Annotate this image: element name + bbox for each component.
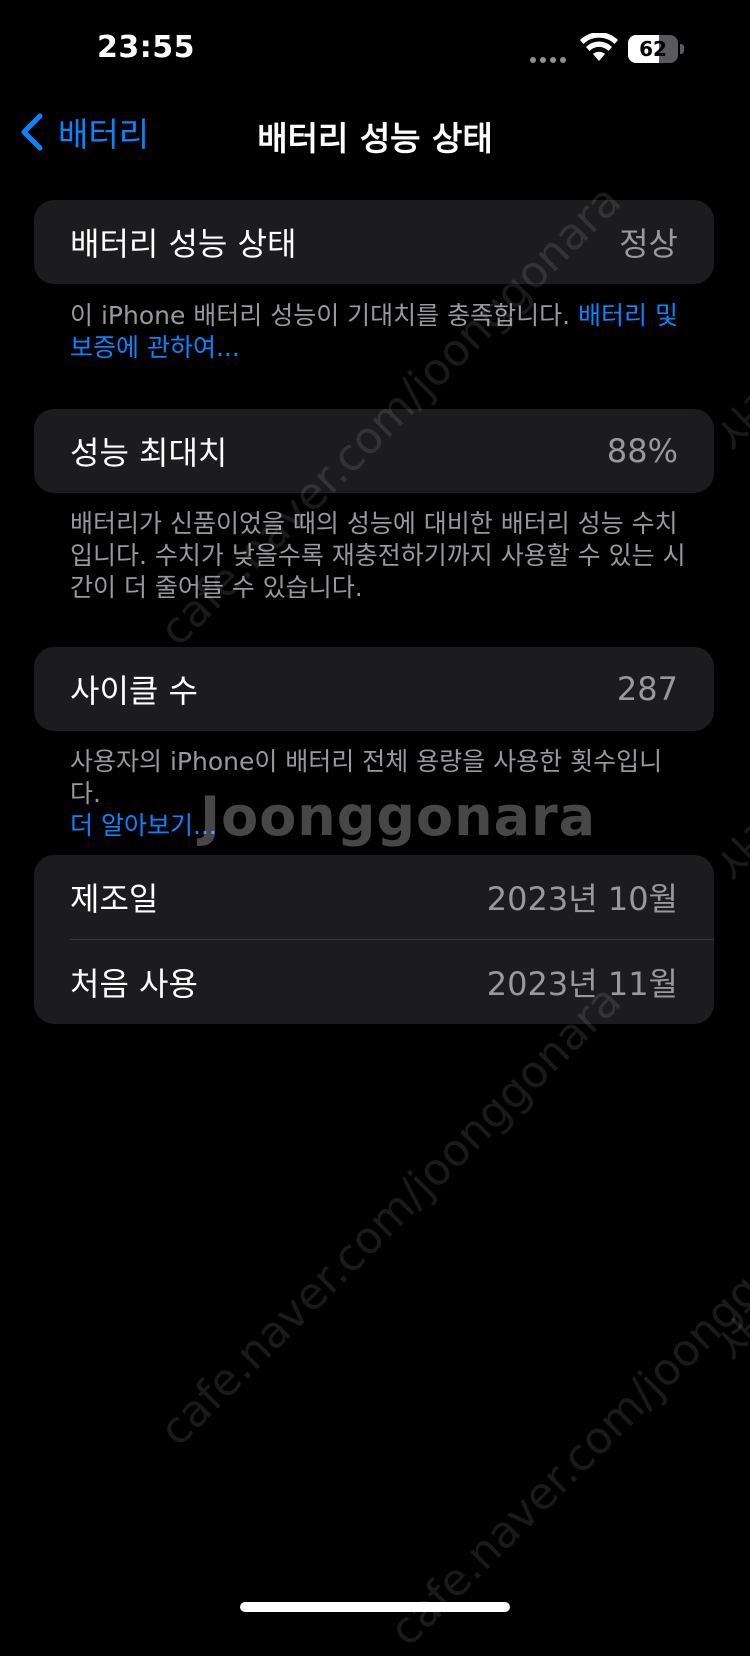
status-bar: 23:55 62: [0, 0, 750, 100]
battery-icon: 62: [628, 35, 678, 63]
battery-health-note: 이 iPhone 배터리 성능이 기대치를 충족합니다. 배터리 및 보증에 관…: [70, 300, 690, 364]
first-use-value: 2023년 11월: [486, 965, 678, 1003]
maximum-capacity-card: 성능 최대치 88%: [34, 409, 714, 493]
url-watermark: cafe.naver.com/joonggonara: [150, 975, 631, 1457]
wifi-icon: [580, 32, 618, 63]
first-use-label: 처음 사용: [70, 965, 198, 1003]
battery-health-label: 배터리 성능 상태: [70, 225, 297, 263]
manufacture-date-value: 2023년 10월: [486, 880, 678, 918]
cycle-count-label: 사이클 수: [70, 672, 198, 710]
home-indicator[interactable]: [240, 1602, 510, 1612]
maximum-capacity-note: 배터리가 신품이었을 때의 성능에 대비한 배터리 성능 수치입니다. 수치가 …: [70, 509, 686, 602]
battery-health-note-text: 이 iPhone 배터리 성능이 기대치를 충족합니다.: [70, 301, 579, 330]
dates-card: 제조일 2023년 10월 처음 사용 2023년 11월: [34, 855, 714, 1024]
manufacture-date-label: 제조일: [70, 880, 159, 918]
battery-health-row: 배터리 성능 상태 정상: [34, 200, 714, 284]
battery-health-card: 배터리 성능 상태 정상: [34, 200, 714, 284]
cycle-count-row: 사이클 수 287: [34, 647, 714, 731]
battery-cap: [680, 44, 684, 54]
battery-health-value: 정상: [619, 225, 678, 263]
maximum-capacity-row: 성능 최대치 88%: [34, 409, 714, 493]
manufacture-date-row: 제조일 2023년 10월: [34, 855, 714, 939]
status-time: 23:55: [97, 30, 195, 65]
page-title: 배터리 성능 상태: [257, 119, 493, 158]
brand-watermark: Joonggonara: [200, 785, 597, 848]
maximum-capacity-label: 성능 최대치: [70, 434, 228, 472]
cellular-signal-icon: [530, 57, 570, 63]
first-use-row: 처음 사용 2023년 11월: [34, 940, 714, 1024]
url-watermark: cafe.naver.com/joonggonara: [380, 1175, 750, 1656]
navigation-bar: 배터리 배터리 성능 상태: [0, 100, 750, 160]
side-watermark: 사진: [707, 1280, 750, 1374]
cycle-count-card: 사이클 수 287: [34, 647, 714, 731]
cycle-count-value: 287: [616, 670, 678, 708]
maximum-capacity-value: 88%: [606, 432, 678, 470]
